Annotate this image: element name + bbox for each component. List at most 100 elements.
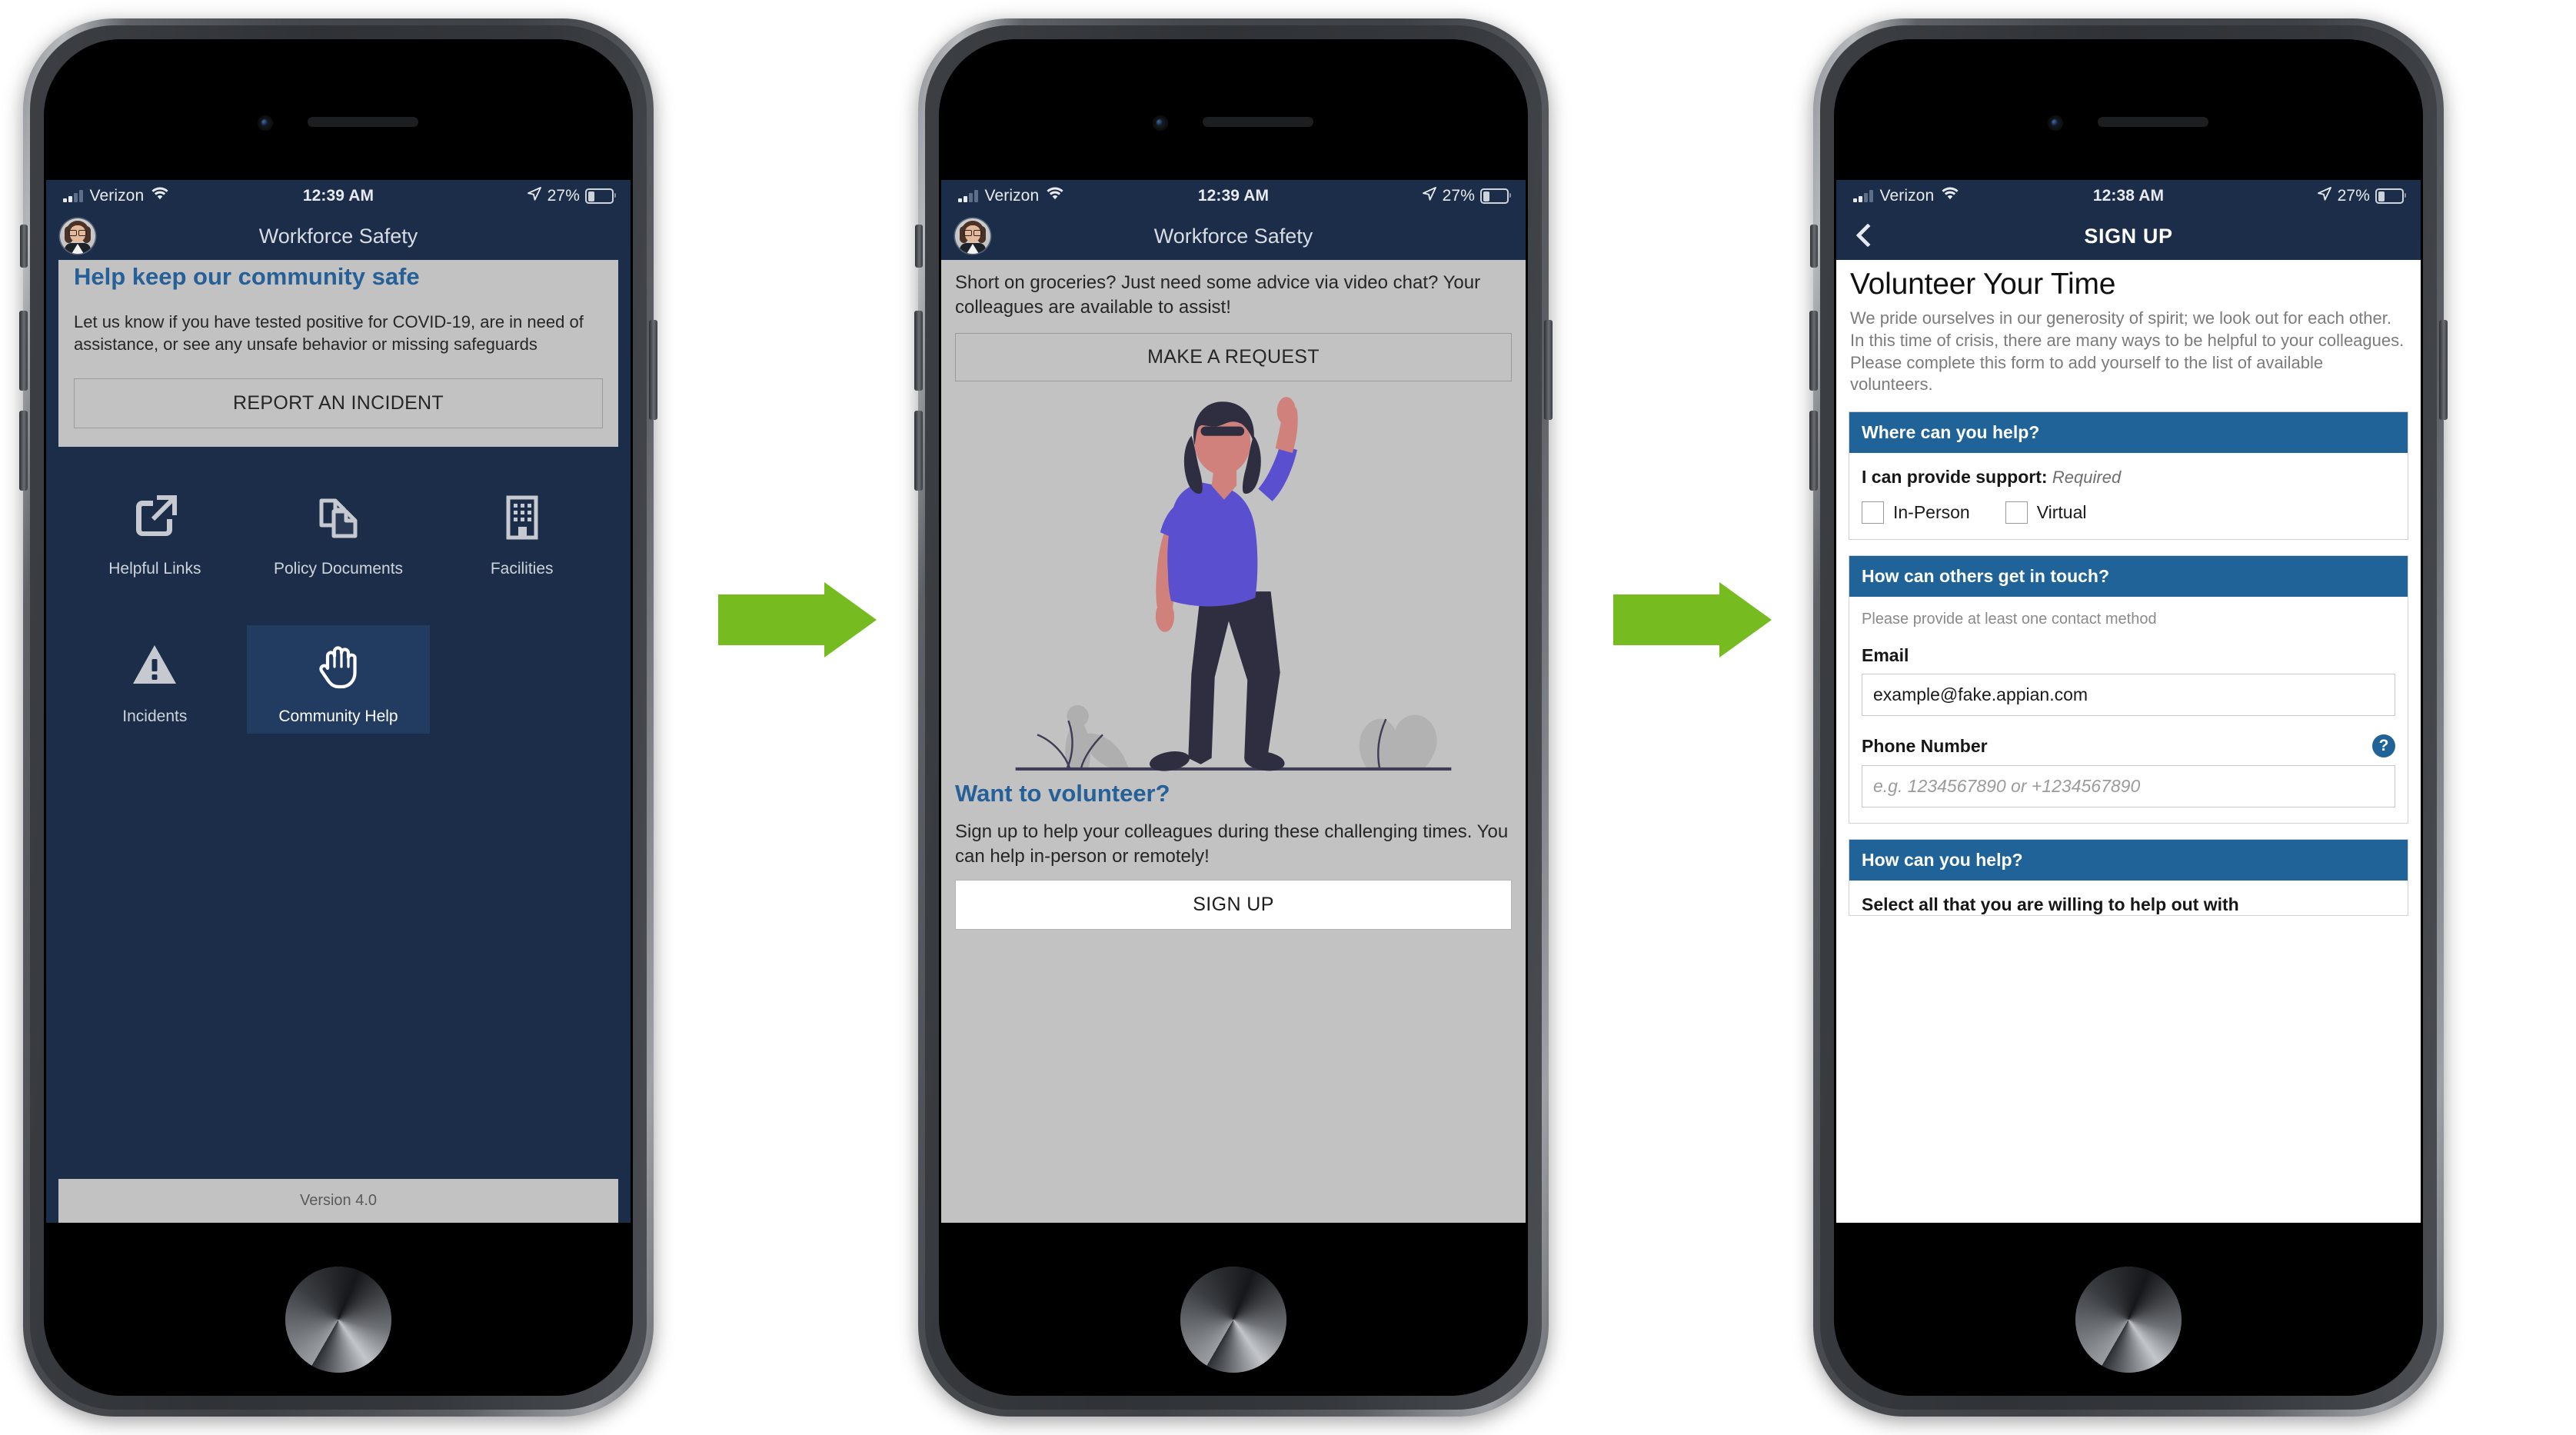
volume-up-button[interactable] [914, 311, 923, 391]
section-heading: Where can you help? [1849, 412, 2408, 454]
volume-down-button[interactable] [1809, 411, 1818, 491]
mute-switch[interactable] [1810, 225, 1818, 268]
home-button[interactable] [2075, 1267, 2182, 1373]
phone-mockup-2: Verizon 12:39 AM 27% Workforce Safety Sh… [914, 18, 1553, 1417]
flow-diagram: Verizon 12:39 AM 27% Workforce Safety He… [0, 0, 2576, 1435]
location-arrow-icon [527, 186, 542, 206]
phone-1-content: Help keep our community safe Let us know… [46, 260, 631, 1223]
location-arrow-icon [1422, 186, 1437, 206]
flow-arrow-1 [718, 582, 877, 658]
phone-2-content: Short on groceries? Just need some advic… [941, 260, 1526, 1223]
volunteer-body-text: Sign up to help your colleagues during t… [955, 821, 1509, 867]
menu-item-helpful-links[interactable]: Helpful Links [63, 478, 247, 586]
chevron-left-icon[interactable] [1850, 223, 1876, 249]
support-options: In-Person Virtual [1862, 501, 2395, 524]
cellular-signal-icon [63, 190, 83, 202]
sign-up-button[interactable]: SIGN UP [955, 880, 1512, 931]
checkbox-virtual[interactable] [2005, 501, 2028, 524]
phone-mockup-1: Verizon 12:39 AM 27% Workforce Safety He… [19, 18, 657, 1417]
menu-item-community-help[interactable]: Community Help [246, 624, 431, 734]
phone-mockup-3: Verizon 12:38 AM 27% SIGN UP Volunteer Y… [1809, 18, 2448, 1417]
app-header: Workforce Safety [941, 212, 1526, 260]
checkbox-label: In-Person [1893, 502, 1970, 523]
home-button[interactable] [285, 1267, 391, 1373]
avatar[interactable] [955, 218, 990, 254]
power-button[interactable] [649, 320, 657, 420]
menu-item-label: Community Help [278, 707, 398, 725]
external-link-icon [127, 490, 182, 545]
phone-1-screen: Verizon 12:39 AM 27% Workforce Safety He… [46, 180, 631, 1223]
battery-percent: 27% [547, 187, 580, 205]
carrier-label: Verizon [89, 187, 145, 205]
status-right: 27% [2317, 186, 2406, 206]
page-title: Workforce Safety [258, 224, 418, 248]
card-heading: Help keep our community safe [74, 263, 420, 290]
volume-down-button[interactable] [19, 411, 28, 491]
volume-up-button[interactable] [19, 311, 28, 391]
app-header: Workforce Safety [46, 212, 631, 260]
status-left: Verizon [958, 187, 1064, 205]
volume-down-button[interactable] [914, 411, 923, 491]
volume-up-button[interactable] [1809, 311, 1818, 391]
battery-icon [1480, 188, 1511, 204]
support-field-label: I can provide support: Required [1862, 467, 2395, 488]
status-bar: Verizon 12:38 AM 27% [1836, 180, 2421, 212]
power-button[interactable] [2439, 320, 2448, 420]
report-incident-button[interactable]: REPORT AN INCIDENT [74, 378, 603, 429]
make-a-request-button[interactable]: MAKE A REQUEST [955, 333, 1512, 382]
section-body: I can provide support: Required In-Perso… [1849, 453, 2408, 540]
intro-block: Volunteer Your Time We pride ourselves i… [1836, 260, 2421, 396]
battery-icon [585, 188, 616, 204]
menu-item-incidents[interactable]: Incidents [63, 625, 247, 734]
mute-switch[interactable] [915, 225, 923, 268]
status-left: Verizon [63, 187, 169, 205]
phone-label-row: Phone Number ? [1862, 734, 2395, 758]
raised-hand-icon [311, 638, 366, 693]
page-title: Workforce Safety [1153, 224, 1313, 248]
required-indicator: Required [2052, 468, 2122, 488]
phone-3-screen: Verizon 12:38 AM 27% SIGN UP Volunteer Y… [1836, 180, 2421, 1223]
app-header: SIGN UP [1836, 212, 2421, 260]
cellular-signal-icon [1853, 190, 1873, 202]
status-bar: Verizon 12:39 AM 27% [46, 180, 631, 212]
menu-grid: Helpful Links Policy Documents Facilitie… [46, 447, 631, 1179]
menu-item-empty [430, 625, 614, 734]
earpiece-speaker [2098, 117, 2208, 127]
card-body-text: Let us know if you have tested positive … [74, 311, 584, 355]
cellular-signal-icon [958, 190, 978, 202]
status-left: Verizon [1853, 187, 1959, 205]
front-camera-icon [1153, 115, 1168, 131]
checkbox-in-person[interactable] [1862, 501, 1884, 524]
documents-icon [311, 490, 366, 545]
section-how-can-others-get-in-touch: How can others get in touch? Please prov… [1849, 555, 2408, 824]
battery-icon [2375, 188, 2406, 204]
phone-label: Phone Number [1862, 735, 1988, 756]
menu-item-policy-documents[interactable]: Policy Documents [247, 478, 431, 586]
menu-item-facilities[interactable]: Facilities [430, 478, 614, 586]
power-button[interactable] [1544, 320, 1553, 420]
page-title: SIGN UP [2084, 224, 2173, 248]
wifi-icon [151, 187, 169, 205]
carrier-label: Verizon [1879, 187, 1935, 205]
building-icon [494, 490, 550, 545]
request-block: Short on groceries? Just need some advic… [941, 260, 1526, 382]
avatar[interactable] [60, 218, 95, 254]
battery-percent: 27% [2337, 187, 2370, 205]
help-question-icon[interactable]: ? [2372, 734, 2395, 758]
email-field[interactable]: example@fake.appian.com [1862, 674, 2395, 717]
version-label: Version 4.0 [58, 1179, 618, 1223]
mute-switch[interactable] [20, 225, 28, 268]
email-label: Email [1862, 645, 1909, 666]
volunteer-heading: Want to volunteer? [955, 780, 1170, 807]
select-all-label: Select all that you are willing to help … [1862, 894, 2239, 915]
phone-3-content: Volunteer Your Time We pride ourselves i… [1836, 260, 2421, 1223]
support-label-text: I can provide support: [1862, 467, 2048, 488]
home-button[interactable] [1180, 1267, 1286, 1373]
flow-arrow-2 [1613, 582, 1772, 658]
section-heading: How can you help? [1849, 840, 2408, 881]
contact-hint: Please provide at least one contact meth… [1862, 611, 2157, 628]
menu-item-label: Incidents [122, 707, 188, 725]
section-where-can-you-help: Where can you help? I can provide suppor… [1849, 411, 2408, 541]
phone-field[interactable]: e.g. 1234567890 or +1234567890 [1862, 765, 2395, 808]
wifi-icon [1046, 187, 1064, 205]
